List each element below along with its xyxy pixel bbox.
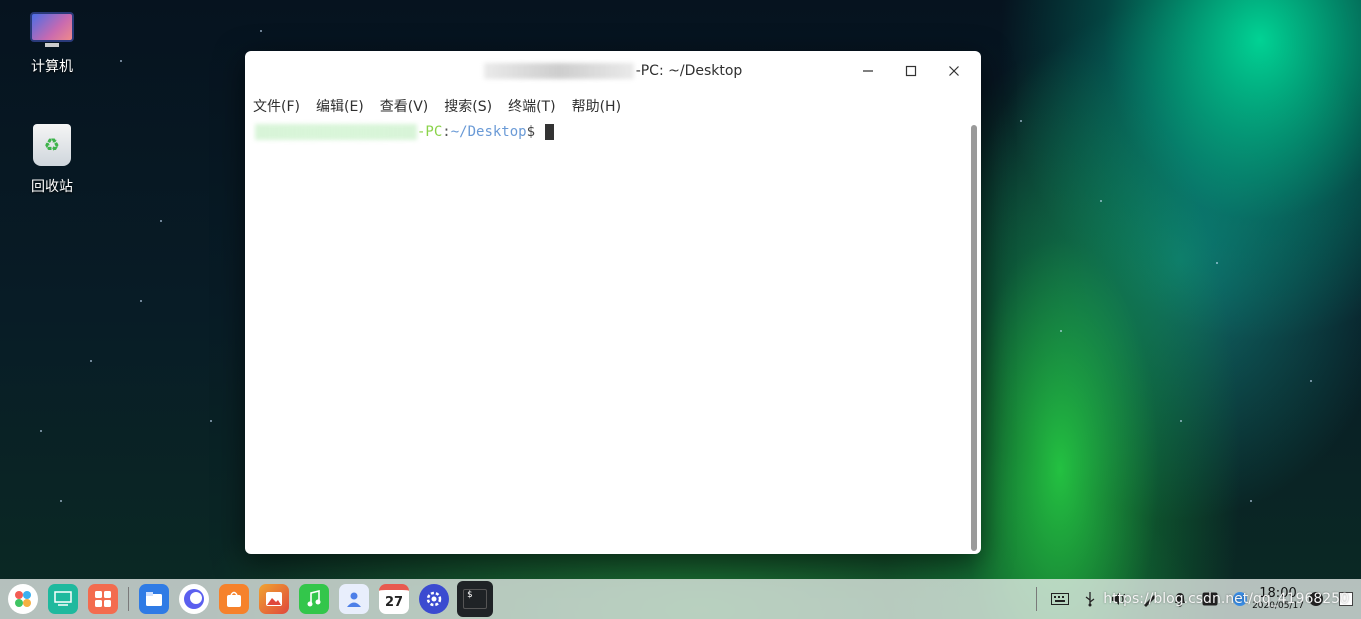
terminal-output[interactable]: -PC: ~/Desktop $ — [245, 123, 969, 554]
trash-icon: ♻ — [33, 124, 71, 166]
menu-search[interactable]: 搜索(S) — [444, 96, 492, 116]
menu-terminal[interactable]: 终端(T) — [508, 96, 555, 116]
close-button[interactable] — [932, 51, 975, 91]
maximize-icon — [905, 65, 916, 77]
menu-view[interactable]: 查看(V) — [380, 96, 429, 116]
taskbar: 27 $ 18:00 2020/05/17 https://blog.csdn.… — [0, 579, 1361, 619]
window-title: -PC: ~/Desktop — [483, 63, 743, 79]
keyboard-icon — [1051, 593, 1069, 605]
menu-file[interactable]: 文件(F) — [253, 96, 300, 116]
desktop-icon-label: 回收站 — [31, 179, 73, 195]
contacts-button[interactable] — [339, 584, 369, 614]
watermark-text: https://blog.csdn.net/qq_41968250 — [1103, 591, 1349, 607]
menu-help[interactable]: 帮助(H) — [572, 96, 621, 116]
desktop-computer-shortcut[interactable]: 计算机 — [12, 12, 92, 76]
usb-icon — [1085, 592, 1095, 607]
file-manager-button[interactable] — [139, 584, 169, 614]
shopping-bag-icon — [227, 591, 241, 607]
keyboard-button[interactable] — [1045, 579, 1075, 619]
music-button[interactable] — [299, 584, 329, 614]
browser-button[interactable] — [179, 584, 209, 614]
settings-gear-icon — [426, 591, 442, 607]
settings-button[interactable] — [419, 584, 449, 614]
tray-divider — [1036, 587, 1037, 611]
prompt-separator: : — [442, 124, 451, 140]
calendar-button[interactable]: 27 — [379, 584, 409, 614]
photos-button[interactable] — [259, 584, 289, 614]
window-title-text: -PC: ~/Desktop — [635, 63, 743, 79]
prompt-host: -PC — [417, 124, 443, 140]
vertical-scrollbar[interactable] — [971, 125, 977, 551]
app-store-grid-icon — [95, 591, 111, 607]
menu-bar: 文件(F) 编辑(E) 查看(V) 搜索(S) 终端(T) 帮助(H) — [245, 91, 981, 121]
minimize-button[interactable] — [846, 51, 889, 91]
close-icon — [948, 66, 959, 76]
redacted-username — [483, 63, 634, 79]
usb-button[interactable] — [1075, 579, 1105, 619]
app-market-button[interactable] — [219, 584, 249, 614]
terminal-icon: $ — [463, 589, 487, 609]
app-store-button[interactable] — [88, 584, 118, 614]
text-cursor — [545, 124, 555, 140]
maximize-button[interactable] — [889, 51, 932, 91]
terminal-window[interactable]: -PC: ~/Desktop 文件(F) 编辑(E) 查看(V) 搜索(S) 终… — [245, 51, 981, 554]
file-manager-icon — [146, 592, 162, 606]
contacts-icon — [347, 592, 361, 607]
music-icon — [307, 590, 321, 607]
redacted-user-prompt — [255, 124, 417, 140]
launcher-icon — [15, 591, 31, 607]
window-titlebar[interactable]: -PC: ~/Desktop — [245, 51, 981, 91]
computer-icon — [30, 12, 74, 48]
launcher-button[interactable] — [8, 584, 38, 614]
menu-edit[interactable]: 编辑(E) — [316, 96, 364, 116]
prompt-line: -PC: ~/Desktop $ — [255, 123, 555, 141]
desktop-trash-shortcut[interactable]: ♻ 回收站 — [12, 124, 92, 196]
taskbar-divider — [128, 587, 129, 611]
calendar-icon: 27 — [384, 594, 404, 610]
system-tray: 18:00 2020/05/17 https://blog.csdn.net/q… — [1026, 579, 1361, 619]
photos-icon — [266, 592, 282, 606]
minimize-icon — [862, 70, 873, 72]
multitask-view-button[interactable] — [48, 584, 78, 614]
terminal-taskbar-button[interactable]: $ — [457, 581, 493, 617]
prompt-path: ~/Desktop — [450, 124, 527, 140]
prompt-dollar: $ — [526, 124, 536, 140]
browser-icon — [184, 589, 204, 609]
desktop-icon-label: 计算机 — [31, 59, 73, 75]
multitask-view-icon — [54, 591, 72, 606]
